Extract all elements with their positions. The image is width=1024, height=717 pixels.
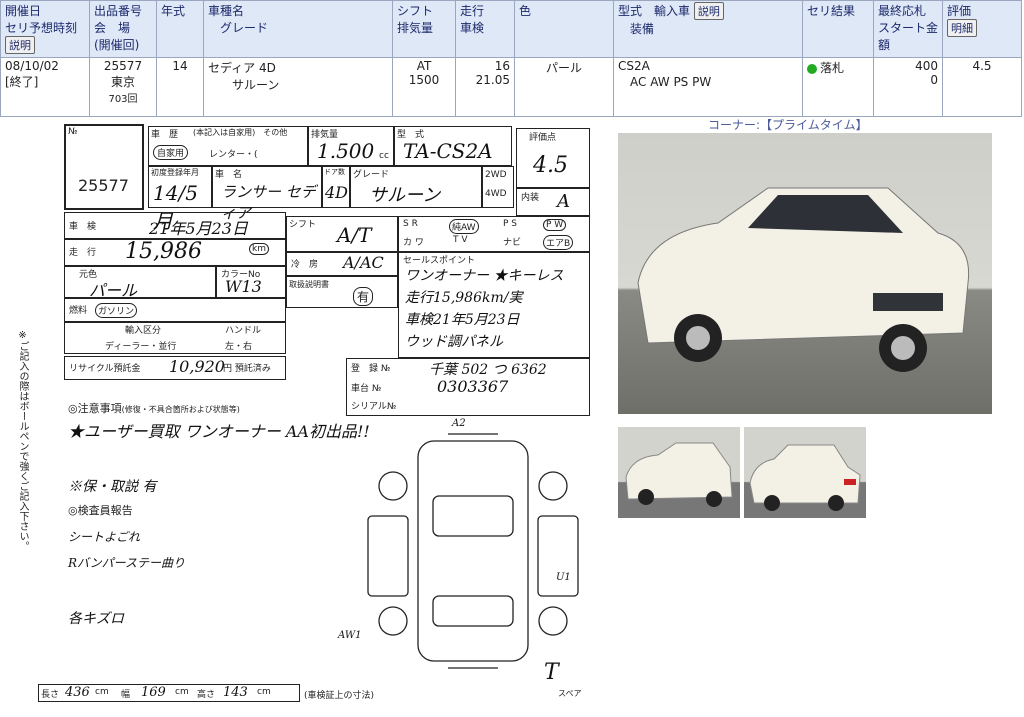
cell-year: 14 — [156, 57, 204, 117]
explain-button[interactable]: 説明 — [5, 36, 35, 54]
shift-box: シフト A/T — [286, 216, 398, 252]
car-damage-diagram — [367, 433, 579, 669]
type-box: 型 式 TA-CS2A — [394, 126, 512, 166]
sales-points-box: セールスポイント ワンオーナー ★キーレス 走行15,986km/実 車検21年… — [398, 252, 590, 358]
diagram-mark-u1: U1 — [556, 572, 571, 583]
car-photo-rear[interactable] — [744, 427, 866, 518]
car-rear-image — [749, 444, 861, 511]
ac-box: 冷 房 A/AC — [286, 252, 398, 276]
grade-box: グレード サルーン — [350, 166, 482, 208]
diagram-mark-aw1: AW1 — [338, 630, 362, 641]
cell-date: 08/10/02 [終了] — [0, 57, 90, 117]
cell-price: 400 0 — [873, 57, 943, 117]
car-image — [637, 187, 970, 372]
cc-box: 排気量 1.500 cc — [308, 126, 394, 166]
size-note: (車検証上の寸法) — [304, 691, 375, 701]
col-lot: 出品番号会 場 (開催回) — [89, 0, 157, 58]
car-photo-main[interactable] — [618, 133, 992, 414]
col-mileage: 走行 車検 — [455, 0, 515, 58]
car-photo-front[interactable] — [618, 427, 740, 518]
cell-lot: 25577 東京 703回 — [89, 57, 157, 117]
score-box: 評価点 4.5 — [516, 128, 590, 188]
detail-button[interactable]: 明細 — [947, 19, 977, 37]
import-explain-button[interactable]: 説明 — [693, 2, 724, 20]
col-shift: シフト 排気量 — [392, 0, 456, 58]
spare-note: スペア — [558, 689, 582, 698]
sold-status-icon — [807, 63, 817, 74]
name-box: 車 名 ランサー セディア — [212, 166, 322, 222]
shaken-box: 車 検 21年5月23日 — [64, 212, 286, 240]
cell-color: パール — [514, 57, 614, 117]
note-2: ※保・取説 有 — [68, 479, 157, 495]
col-year: 年式 — [156, 0, 204, 58]
col-price: 最終応札 スタート金額 — [873, 0, 943, 58]
cell-mileage: 16 21.05 — [455, 57, 515, 117]
cell-model: セディア 4D サルーン — [203, 57, 393, 117]
col-score: 評価 明細 — [942, 0, 1022, 58]
import-box: 輸入区分 ハンドル ディーラー・並行 左・右 — [64, 322, 286, 354]
lot-box: № 25577 — [64, 124, 144, 210]
inspector-note-2: Rバンパーステー曲り — [68, 556, 186, 570]
door-box: ドア数 4D — [322, 166, 350, 208]
size-box: 長さ 436 cm 幅 169 cm 高さ 143 cm — [38, 684, 300, 702]
diagram-mark-a2: A2 — [452, 418, 466, 429]
cell-type: CS2A AC AW PS PW — [613, 57, 803, 117]
registration-box: 登 録 № 千葉 502 つ 6362 車台 № 0303367 シリアル№ — [346, 358, 590, 416]
cell-shift: AT 1500 — [392, 57, 456, 117]
drive-box: 2WD 4WD — [482, 166, 514, 208]
inspector-note-1: シートよごれ — [68, 530, 141, 544]
col-type: 型式 輸入車 説明 装備 — [613, 0, 803, 58]
odo-box: 走 行 15,986 km — [64, 238, 286, 266]
col-model: 車種名 グレード — [203, 0, 393, 58]
inspector-note-3: 各キズロ — [68, 611, 124, 627]
car-front-image — [625, 442, 733, 507]
notes-label: ◎注意事項(修復・不具合箇所および状態等) — [68, 402, 240, 415]
cell-result: 落札 — [802, 57, 874, 117]
recycle-box: リサイクル預託金 10,920 円 預託済み — [64, 356, 286, 380]
colorno-box: カラーNo W13 — [216, 266, 286, 298]
auction-header-table: 開催日 セリ予想時刻 説明 出品番号会 場 (開催回) 年式 車種名 グレード シフト… — [0, 0, 1022, 117]
corner-label: コーナー:【プライムタイム】 — [708, 118, 868, 132]
inspector-label: ◎検査員報告 — [68, 504, 133, 517]
color-box: 元色 パール — [64, 266, 216, 300]
note-1: ★ユーザー買取 ワンオーナー AA初出品!! — [68, 422, 370, 441]
auction-sheet: № 25577 車 歴 (本記入は自家用) その他 自家用 レンター・( 排気量… — [28, 118, 608, 713]
vertical-instruction: ※ご記入の際はボールペンで強くご記入下さい。 — [17, 330, 28, 551]
manual-box: 取扱説明書 有 — [286, 276, 398, 308]
col-result: セリ結果 — [802, 0, 874, 58]
history-box: 車 歴 (本記入は自家用) その他 自家用 レンター・( — [148, 126, 308, 166]
col-color: 色 — [514, 0, 614, 58]
spare-mark: T — [544, 660, 559, 685]
fuel-box: 燃料 ガソリン — [64, 298, 286, 322]
equip-box: S R 純AW P S P W カ ワ T V ナビ エアB — [398, 216, 590, 252]
interior-box: 内装 A — [516, 188, 590, 216]
cell-score: 4.5 — [942, 57, 1022, 117]
first-reg-box: 初度登録年月 14/5月 — [148, 166, 212, 233]
col-date: 開催日 セリ予想時刻 説明 — [0, 0, 90, 58]
